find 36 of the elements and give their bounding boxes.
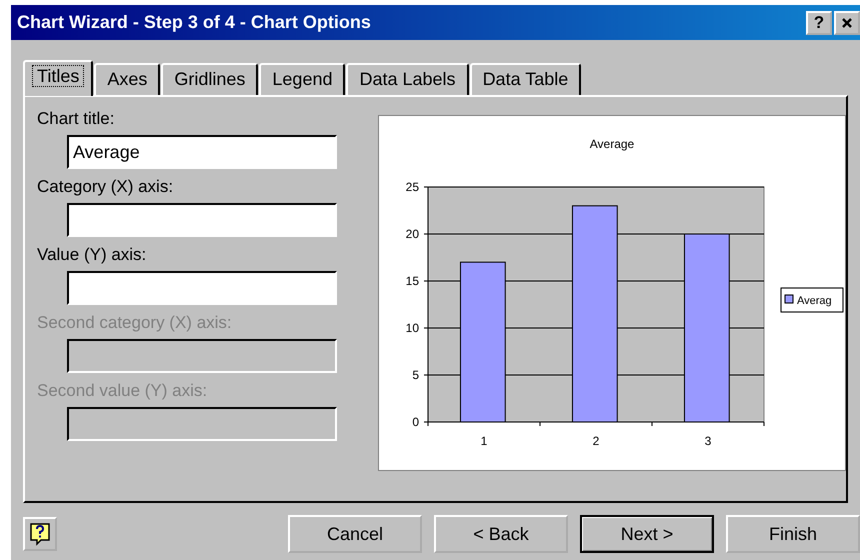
window-title: Chart Wizard - Step 3 of 4 - Chart Options <box>17 12 371 33</box>
tab[interactable]: Axes <box>94 63 160 95</box>
tab[interactable]: Gridlines <box>161 63 258 95</box>
tab[interactable]: Titles <box>23 60 94 96</box>
field-label: Value (Y) axis: <box>37 245 148 265</box>
chart-title: Average <box>590 137 634 151</box>
help-balloon-icon <box>29 522 51 546</box>
text-field[interactable] <box>67 203 337 237</box>
text-field[interactable] <box>67 271 337 305</box>
y-tick-label: 15 <box>406 274 419 288</box>
x-tick-label: 3 <box>704 434 712 448</box>
dialog-button[interactable]: Finish <box>726 515 860 553</box>
y-tick-label: 0 <box>412 415 419 429</box>
dialog-button[interactable]: < Back <box>434 515 568 553</box>
dialog-button[interactable]: Cancel <box>288 515 422 553</box>
y-tick-label: 10 <box>406 321 419 335</box>
legend-label: Averag <box>797 295 832 307</box>
legend-box <box>780 288 844 312</box>
x-tick-label: 1 <box>480 434 488 448</box>
close-icon <box>840 16 854 30</box>
help-button[interactable]: ? <box>806 10 832 34</box>
x-tick-label: 2 <box>592 434 600 448</box>
y-tick-label: 20 <box>406 227 419 241</box>
help-button[interactable] <box>23 517 57 551</box>
field-label: Category (X) axis: <box>37 177 174 197</box>
y-tick-label: 25 <box>406 180 419 194</box>
field-label: Chart title: <box>37 109 116 129</box>
tab[interactable]: Legend <box>259 63 346 95</box>
close-button[interactable] <box>834 10 860 34</box>
tab[interactable]: Data Table <box>470 63 582 95</box>
text-field[interactable]: Average <box>67 135 337 169</box>
dialog-button[interactable]: Next > <box>580 515 714 553</box>
tab[interactable]: Data Labels <box>346 63 469 95</box>
y-tick-label: 5 <box>412 368 419 382</box>
field-label: Second category (X) axis: <box>37 313 233 333</box>
field-label: Second value (Y) axis: <box>37 381 208 401</box>
